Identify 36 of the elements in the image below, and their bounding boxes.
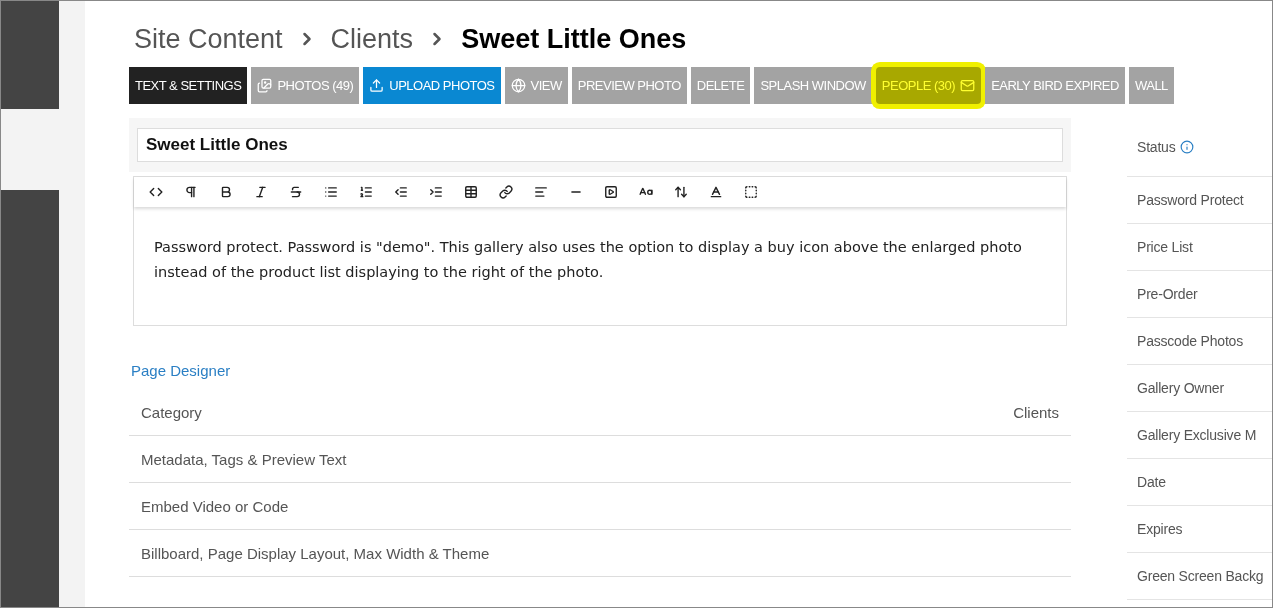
upload-icon [369, 78, 385, 93]
tab[interactable]: PHOTOS (49) [251, 67, 360, 104]
setting-label: Pre-Order [1137, 286, 1198, 302]
table-cell[interactable]: Metadata, Tags & Preview Text [141, 450, 347, 468]
column-header: Category [141, 403, 202, 421]
setting-label: Status [1137, 139, 1176, 155]
title-field[interactable]: Sweet Little Ones [137, 128, 1063, 162]
tab[interactable]: TEXT & SETTINGS [129, 67, 248, 104]
tab[interactable]: VIEW [504, 67, 568, 104]
breadcrumb-link[interactable]: Clients [330, 23, 414, 55]
setting-label: Expires [1137, 521, 1183, 537]
tab[interactable]: WALL [1128, 67, 1174, 104]
page-title: Sweet Little Ones [461, 23, 687, 55]
breadcrumb-link[interactable]: Site Content [134, 23, 283, 55]
tab[interactable]: EARLY BIRD EXPIRED [985, 67, 1125, 104]
tab[interactable]: DELETE [690, 67, 751, 104]
photos-icon [257, 78, 273, 93]
page-designer-link[interactable]: Page Designer [131, 362, 231, 379]
mail-icon [960, 78, 976, 93]
setting-label: Gallery Exclusive M [1137, 427, 1257, 443]
tab[interactable]: UPLOAD PHOTOS [363, 67, 501, 104]
tab[interactable]: PREVIEW PHOTO [571, 67, 687, 104]
setting-label: Passcode Photos [1137, 333, 1243, 349]
setting-label: Green Screen Backg [1137, 568, 1264, 584]
setting-label: Password Protect [1137, 192, 1244, 208]
table-cell[interactable]: Billboard, Page Display Layout, Max Width & Theme [141, 544, 490, 562]
setting-label: Date [1137, 474, 1166, 490]
info-icon[interactable] [1179, 140, 1194, 154]
globe-icon [510, 78, 526, 93]
tab[interactable]: SPLASH WINDOW [754, 67, 872, 104]
column-header: Clients [1013, 403, 1059, 421]
setting-label: Price List [1137, 239, 1193, 255]
editor-text: Password protect. Password is "demo". This gallery also uses the option to display a buy icon above the enlarged photo instead of the product list displaying to the right of the photo. [153, 238, 1023, 282]
table-cell[interactable]: Embed Video or Code [141, 497, 289, 515]
text-editor[interactable]: Password protect. Password is "demo". This gallery also uses the option to display a buy icon above the enlarged photo instead of the product list displaying to the right of the photo. [133, 176, 1067, 326]
setting-label: Gallery Owner [1137, 380, 1224, 396]
